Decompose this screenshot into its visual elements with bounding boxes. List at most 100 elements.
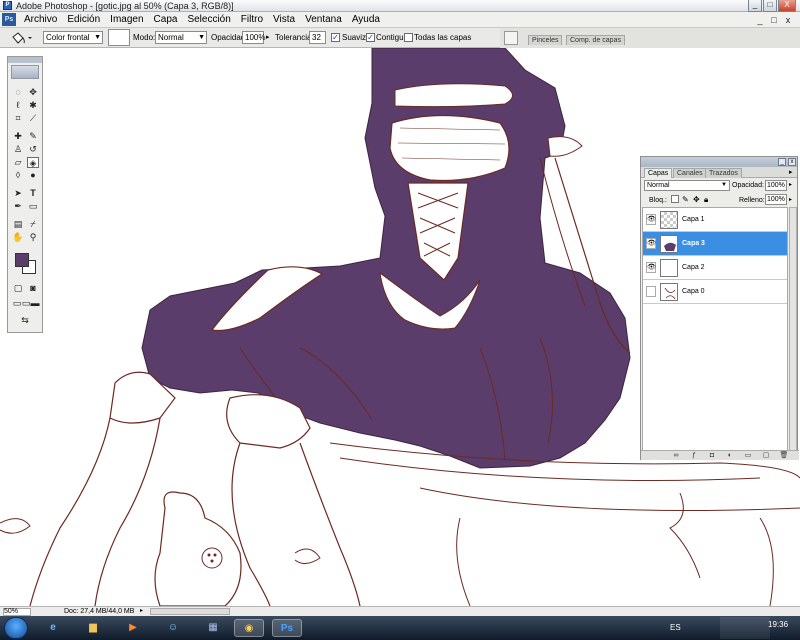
layer-row-capa-2[interactable]: 👁︎ Capa 2	[643, 256, 787, 280]
document-restore-button[interactable]: □	[768, 14, 780, 26]
move-tool-icon[interactable]: ✥	[27, 87, 39, 98]
layer-opacity-input[interactable]: 100%	[765, 180, 787, 191]
new-layer-icon[interactable]: ▢	[761, 451, 771, 461]
dodge-tool-icon[interactable]: ●	[27, 170, 39, 181]
jump-to-imageready-icon[interactable]: ⇆	[14, 315, 36, 326]
type-tool-icon[interactable]: T	[27, 188, 39, 199]
menu-imagen[interactable]: Imagen	[105, 14, 148, 25]
layer-list-scrollbar[interactable]	[789, 207, 797, 451]
hand-tool-icon[interactable]: ✋	[12, 232, 24, 243]
tolerance-input[interactable]: 32	[309, 31, 326, 44]
path-selection-tool-icon[interactable]: ➤	[12, 188, 24, 199]
all-layers-checkbox[interactable]	[404, 33, 413, 42]
tab-canales[interactable]: Canales	[673, 168, 707, 178]
menu-ventana[interactable]: Ventana	[300, 14, 347, 25]
brush-tool-icon[interactable]: ✎	[27, 131, 39, 142]
crop-tool-icon[interactable]: ⌗	[12, 113, 24, 124]
foreground-color-swatch-front[interactable]	[15, 253, 29, 267]
eye-icon[interactable]: 👁︎	[646, 214, 656, 225]
horizontal-scrollbar[interactable]	[150, 608, 230, 615]
menu-archivo[interactable]: Archivo	[19, 14, 62, 25]
panel-menu-icon[interactable]: ▸	[789, 168, 793, 176]
new-group-icon[interactable]: ▭	[743, 451, 753, 461]
marquee-tool-icon[interactable]: ◌	[12, 87, 24, 98]
layer-row-capa-1[interactable]: 👁︎ Capa 1	[643, 208, 787, 232]
layer-row-capa-3[interactable]: 👁︎ Capa 3	[643, 232, 787, 256]
start-button[interactable]	[4, 617, 28, 639]
layers-panel-header[interactable]: _ x	[641, 157, 797, 167]
pen-tool-icon[interactable]: ✒	[12, 201, 24, 212]
tab-capas[interactable]: Capas	[644, 168, 673, 178]
adjustment-layer-icon[interactable]: ◐	[725, 451, 735, 461]
layer-style-icon[interactable]: ƒ	[689, 451, 699, 461]
slice-tool-icon[interactable]: ⟋	[27, 113, 39, 124]
menu-filtro[interactable]: Filtro	[236, 14, 268, 25]
menu-seleccion[interactable]: Selección	[182, 14, 235, 25]
file-browser-icon[interactable]	[504, 31, 518, 45]
close-button[interactable]: X	[778, 0, 796, 12]
shape-tool-icon[interactable]: ▭	[27, 201, 39, 212]
eraser-tool-icon[interactable]: ▱	[12, 157, 24, 168]
internet-explorer-icon[interactable]: e	[38, 619, 68, 637]
blend-mode-select[interactable]: Normal ▼	[644, 180, 730, 191]
clone-stamp-tool-icon[interactable]: ♙	[12, 144, 24, 155]
eye-icon[interactable]: 👁︎	[646, 262, 656, 273]
menu-ayuda[interactable]: Ayuda	[347, 14, 385, 25]
opacity-slider-arrow[interactable]: ▸	[266, 33, 270, 41]
lock-position-icon[interactable]: ✥	[693, 195, 700, 204]
menu-vista[interactable]: Vista	[268, 14, 300, 25]
tray-icons[interactable]	[720, 617, 770, 639]
quick-mask-mode-icon[interactable]: ◙	[27, 283, 39, 294]
language-indicator[interactable]: ES	[670, 623, 681, 632]
fill-slider-arrow[interactable]: ▸	[789, 196, 792, 203]
photoshop-logo-icon[interactable]: Ps	[2, 13, 16, 26]
magic-wand-tool-icon[interactable]: ✱	[27, 100, 39, 111]
maximize-button[interactable]: □	[763, 0, 777, 12]
lock-transparency-icon[interactable]	[671, 195, 679, 203]
network-icon[interactable]: ▦	[198, 619, 228, 637]
opacity-input[interactable]: 100%	[242, 31, 265, 44]
clock-time[interactable]: 19:36	[768, 620, 788, 629]
panel-minimize-button[interactable]: _	[778, 158, 786, 166]
mode-select[interactable]: Normal ▼	[155, 31, 207, 44]
history-brush-tool-icon[interactable]: ↺	[27, 144, 39, 155]
pattern-picker[interactable]	[108, 29, 130, 46]
link-layers-icon[interactable]: ∞	[671, 451, 681, 461]
paint-bucket-tool-preset-icon[interactable]	[10, 31, 32, 45]
contiguous-checkbox[interactable]: ✓	[366, 33, 375, 42]
paint-bucket-tool-icon[interactable]: ◈	[27, 157, 39, 168]
photoshop-feather-icon[interactable]	[11, 65, 39, 79]
status-menu-arrow[interactable]: ▸	[140, 607, 143, 616]
chrome-icon[interactable]: ◉	[234, 619, 264, 637]
delete-layer-icon[interactable]: 🗑︎	[779, 451, 789, 461]
screen-mode-full-icon[interactable]: ▬	[29, 298, 41, 309]
standard-mode-icon[interactable]: ▢	[12, 283, 24, 294]
eyedropper-tool-icon[interactable]: ⌿	[27, 219, 39, 230]
photoshop-taskbar-icon[interactable]: Ps	[272, 619, 302, 637]
tab-comp-de-capas[interactable]: Comp. de capas	[566, 35, 625, 45]
eye-icon[interactable]: 👁︎	[646, 238, 656, 249]
file-explorer-icon[interactable]: ▆	[78, 619, 108, 637]
menu-edicion[interactable]: Edición	[62, 14, 105, 25]
document-minimize-button[interactable]: _	[754, 14, 766, 26]
healing-brush-tool-icon[interactable]: ✚	[12, 131, 24, 142]
eye-hidden-icon[interactable]: ·	[646, 286, 656, 297]
blur-tool-icon[interactable]: ◊	[12, 170, 24, 181]
opacity-slider-arrow[interactable]: ▸	[789, 181, 792, 188]
menu-capa[interactable]: Capa	[149, 14, 183, 25]
tools-panel-header[interactable]	[8, 57, 42, 63]
antialias-checkbox[interactable]: ✓	[331, 33, 340, 42]
layer-fill-input[interactable]: 100%	[765, 194, 787, 205]
zoom-tool-icon[interactable]: ⚲	[27, 232, 39, 243]
notes-tool-icon[interactable]: ▤	[12, 219, 24, 230]
tab-pinceles[interactable]: Pinceles	[528, 35, 563, 45]
messenger-icon[interactable]: ☺	[158, 619, 188, 637]
tab-trazados[interactable]: Trazados	[705, 168, 742, 178]
panel-close-button[interactable]: x	[788, 158, 796, 166]
layer-row-capa-0[interactable]: · Capa 0	[643, 280, 787, 304]
document-close-button[interactable]: x	[782, 14, 794, 26]
layer-mask-icon[interactable]: ◘	[707, 451, 717, 461]
lock-all-icon[interactable]: 🔒︎	[704, 195, 708, 205]
lock-pixels-icon[interactable]: ✎	[682, 195, 689, 204]
lasso-tool-icon[interactable]: ℓ	[12, 100, 24, 111]
